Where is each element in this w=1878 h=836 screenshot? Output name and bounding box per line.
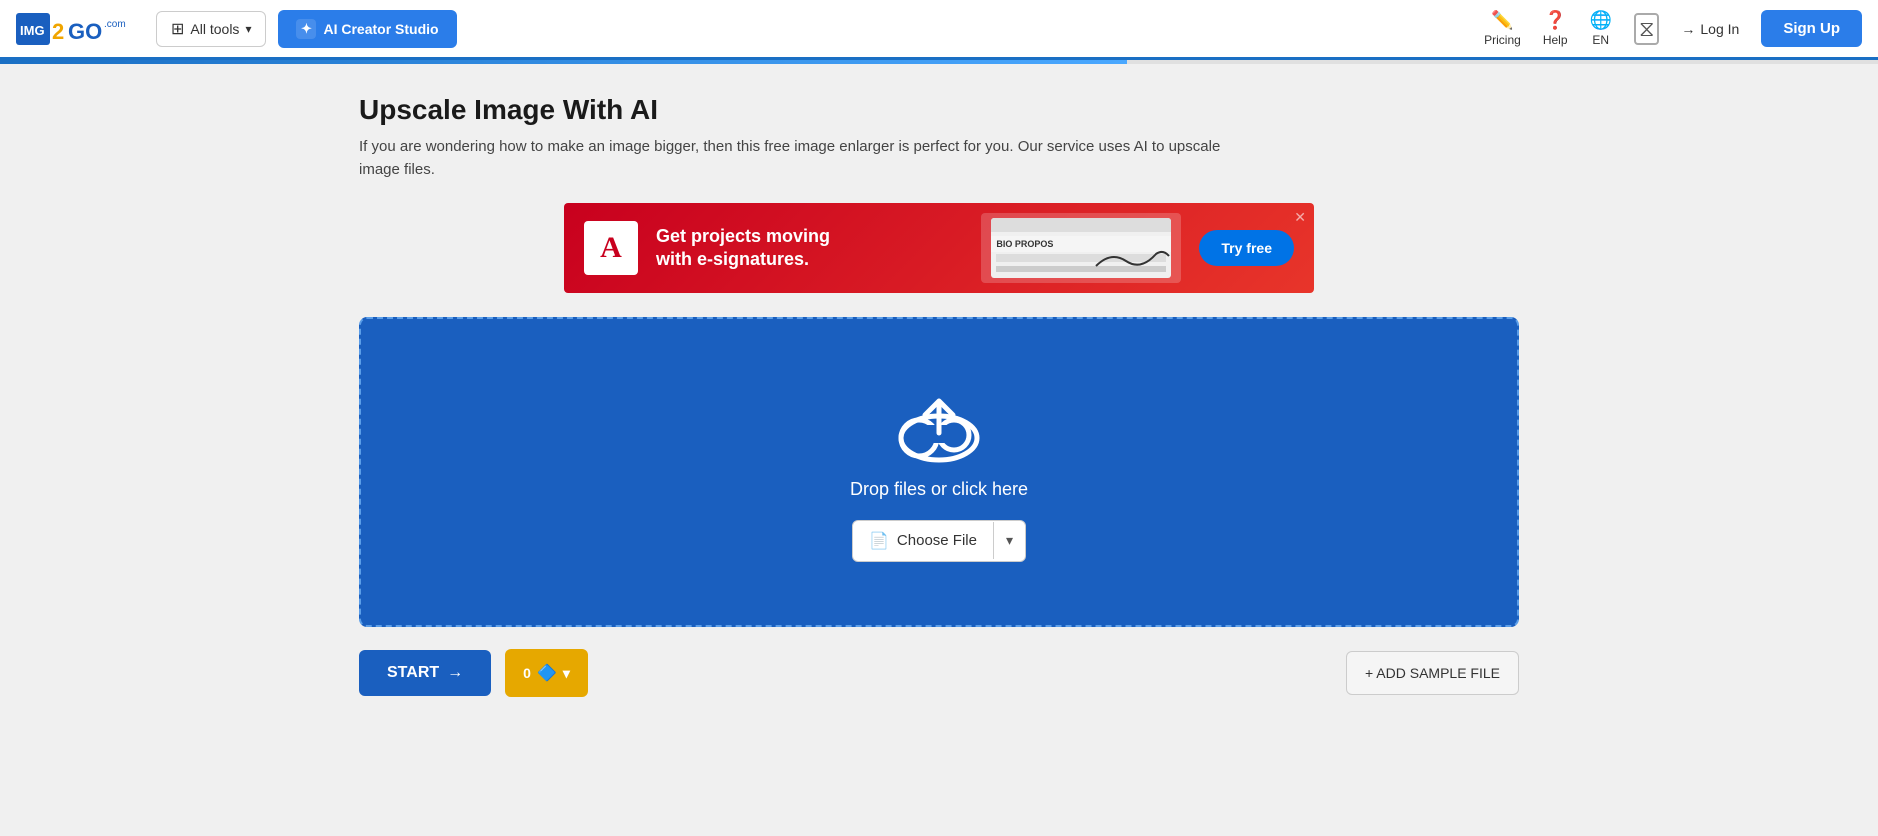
upload-cloud-icon xyxy=(889,383,989,463)
chevron-down-icon: ▾ xyxy=(245,22,251,36)
choose-file-button[interactable]: 📄 Choose File xyxy=(853,521,993,561)
svg-text:.com: .com xyxy=(104,19,126,30)
logo-area: IMG 2 GO .com xyxy=(16,9,136,49)
login-arrow-icon: → xyxy=(1681,21,1695,37)
ai-icon: ✦ xyxy=(296,19,316,39)
all-tools-label: All tools xyxy=(190,21,239,37)
history-icon: ⧖ xyxy=(1634,13,1659,45)
file-doc-icon: 📄 xyxy=(869,531,889,551)
quality-button[interactable]: 0 🔷 ▾ xyxy=(505,649,588,697)
pricing-label: Pricing xyxy=(1484,33,1521,47)
bottom-bar: START → 0 🔷 ▾ + ADD SAMPLE FILE xyxy=(359,649,1519,697)
start-arrow-icon: → xyxy=(447,664,463,682)
ad-logo: A xyxy=(584,221,638,275)
lang-label: EN xyxy=(1592,33,1609,47)
add-sample-label: + ADD SAMPLE FILE xyxy=(1365,665,1500,681)
page-title: Upscale Image With AI xyxy=(359,94,1519,126)
svg-text:IMG: IMG xyxy=(20,23,45,38)
nav-pricing[interactable]: ✏️ Pricing xyxy=(1484,10,1521,47)
svg-text:2: 2 xyxy=(52,19,64,44)
logo[interactable]: IMG 2 GO .com xyxy=(16,9,136,49)
login-label: Log In xyxy=(1700,21,1739,37)
ad-try-button[interactable]: Try free xyxy=(1199,230,1294,266)
start-label: START xyxy=(387,664,439,682)
ai-creator-button[interactable]: ✦ AI Creator Studio xyxy=(278,10,456,48)
header-right: ✏️ Pricing ❓ Help 🌐 EN ⧖ → Log In Sign U… xyxy=(1484,10,1862,47)
quality-chevron-icon: ▾ xyxy=(563,665,570,682)
pricing-icon: ✏️ xyxy=(1491,10,1513,31)
upload-dropzone[interactable]: Drop files or click here 📄 Choose File ▾ xyxy=(359,317,1519,627)
header: IMG 2 GO .com ⊞ All tools ▾ ✦ AI Creator… xyxy=(0,0,1878,60)
signup-button[interactable]: Sign Up xyxy=(1761,10,1862,47)
ad-text: Get projects moving with e-signatures. xyxy=(656,225,963,272)
all-tools-button[interactable]: ⊞ All tools ▾ xyxy=(156,11,266,47)
choose-file-arrow-button[interactable]: ▾ xyxy=(993,522,1025,559)
adobe-letter: A xyxy=(600,231,622,265)
choose-file-dropdown[interactable]: 📄 Choose File ▾ xyxy=(852,520,1026,562)
ad-banner: A Get projects moving with e-signatures.… xyxy=(564,203,1314,293)
globe-icon: 🌐 xyxy=(1590,10,1612,31)
start-button[interactable]: START → xyxy=(359,650,491,696)
choose-file-label: Choose File xyxy=(897,532,977,549)
nav-help[interactable]: ❓ Help xyxy=(1543,10,1568,47)
drop-files-text: Drop files or click here xyxy=(850,479,1028,500)
main-content: Upscale Image With AI If you are wonderi… xyxy=(339,64,1539,717)
ad-close-icon[interactable]: ✕ xyxy=(1294,209,1306,226)
ad-headline: Get projects moving xyxy=(656,225,963,248)
quality-icon: 🔷 xyxy=(537,663,557,683)
svg-text:GO: GO xyxy=(68,19,102,44)
grid-icon: ⊞ xyxy=(171,19,184,39)
ad-headline2: with e-signatures. xyxy=(656,248,963,271)
login-button[interactable]: → Log In xyxy=(1681,21,1739,37)
nav-history[interactable]: ⧖ xyxy=(1634,13,1659,45)
ad-mockup: BIO PROPOS xyxy=(981,213,1181,283)
page-description: If you are wondering how to make an imag… xyxy=(359,136,1259,181)
chevron-down-icon: ▾ xyxy=(1006,532,1013,548)
nav-language[interactable]: 🌐 EN xyxy=(1590,10,1612,47)
ai-creator-label: AI Creator Studio xyxy=(323,21,438,37)
signup-label: Sign Up xyxy=(1783,20,1840,37)
help-label: Help xyxy=(1543,33,1568,47)
help-icon: ❓ xyxy=(1544,10,1566,31)
ad-try-label: Try free xyxy=(1221,240,1272,256)
add-sample-button[interactable]: + ADD SAMPLE FILE xyxy=(1346,651,1519,695)
quality-value: 0 xyxy=(523,665,531,681)
